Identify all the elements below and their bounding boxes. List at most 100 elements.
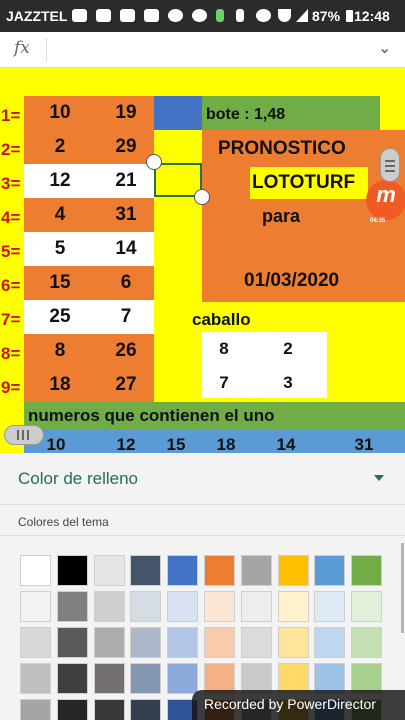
vertical-scroll-handle[interactable] xyxy=(380,148,400,182)
para-label: para xyxy=(262,206,301,226)
color-swatch[interactable] xyxy=(167,663,199,694)
whatsapp-icon xyxy=(168,9,183,22)
spreadsheet-grid[interactable]: 1= 2= 3= 4= 5= 6= 7= 8= 9= 10 19 2 29 12… xyxy=(0,68,405,453)
bote-label: bote : 1,48 xyxy=(206,106,286,123)
color-swatch[interactable] xyxy=(277,591,309,622)
panel-title: Color de relleno xyxy=(18,469,139,488)
color-swatch[interactable] xyxy=(167,555,199,586)
mail-icon xyxy=(144,9,159,22)
color-swatch[interactable] xyxy=(93,627,125,658)
color-swatch[interactable] xyxy=(56,591,88,622)
color-swatch[interactable] xyxy=(93,591,125,622)
caballo-label: caballo xyxy=(192,310,251,329)
table-cell[interactable]: 15 xyxy=(156,435,196,453)
logo-time: 04:35 xyxy=(370,218,386,224)
table-cell[interactable]: 15 xyxy=(28,266,92,300)
table-cell[interactable]: 7 xyxy=(94,300,158,334)
table-cell[interactable]: 18 xyxy=(206,435,246,453)
clock: 12:48 xyxy=(354,8,390,24)
color-swatch[interactable] xyxy=(204,555,235,586)
caballo-cell[interactable]: 2 xyxy=(268,334,308,364)
table-cell[interactable]: 19 xyxy=(94,96,158,130)
color-swatch[interactable] xyxy=(351,555,383,586)
color-swatch[interactable] xyxy=(240,555,272,586)
battery-icon xyxy=(346,10,353,22)
scrollbar[interactable] xyxy=(401,543,404,633)
selection-handle-bottom[interactable] xyxy=(194,189,210,205)
color-swatch[interactable] xyxy=(130,555,162,586)
divider xyxy=(0,535,405,536)
status-bar: JAZZTEL 87% 12:48 xyxy=(0,0,405,32)
color-swatch[interactable] xyxy=(20,699,51,720)
youtube-icon xyxy=(72,9,87,22)
table-cell[interactable]: 4 xyxy=(28,198,92,232)
color-swatch[interactable] xyxy=(167,627,199,658)
color-swatch[interactable] xyxy=(93,699,125,720)
color-swatch[interactable] xyxy=(240,591,272,622)
color-swatch[interactable] xyxy=(56,555,88,586)
table-cell[interactable]: 14 xyxy=(266,435,306,453)
color-swatch[interactable] xyxy=(56,699,88,720)
color-swatch[interactable] xyxy=(56,627,88,658)
color-swatch[interactable] xyxy=(93,663,125,694)
horizontal-scroll-handle[interactable] xyxy=(4,425,44,445)
table-cell[interactable]: 5 xyxy=(28,232,92,266)
lototurf-label: LOTOTURF xyxy=(252,172,356,193)
color-swatch[interactable] xyxy=(314,591,346,622)
color-swatch[interactable] xyxy=(277,627,309,658)
color-swatch[interactable] xyxy=(20,591,51,622)
gear-icon xyxy=(192,9,207,22)
table-cell[interactable]: 31 xyxy=(94,198,158,232)
color-swatch[interactable] xyxy=(20,555,51,586)
color-swatch[interactable] xyxy=(56,663,88,694)
chevron-down-icon[interactable] xyxy=(374,475,384,481)
color-swatch[interactable] xyxy=(314,627,346,658)
table-cell[interactable]: 12 xyxy=(106,435,146,453)
color-swatch[interactable] xyxy=(167,591,199,622)
color-swatch[interactable] xyxy=(130,591,162,622)
table-cell[interactable]: 12 xyxy=(28,164,92,198)
color-swatch[interactable] xyxy=(130,663,162,694)
fx-icon[interactable]: fx xyxy=(14,38,30,58)
table-cell[interactable]: 2 xyxy=(28,130,92,164)
color-swatch[interactable] xyxy=(277,555,309,586)
table-cell[interactable]: 10 xyxy=(28,96,92,130)
bluetooth-icon xyxy=(236,9,244,22)
recording-watermark: Recorded by PowerDirector xyxy=(192,690,405,720)
color-swatch[interactable] xyxy=(314,555,346,586)
table-cell[interactable]: 27 xyxy=(94,368,158,402)
table-cell[interactable]: 14 xyxy=(94,232,158,266)
color-swatch[interactable] xyxy=(130,627,162,658)
color-swatch[interactable] xyxy=(351,627,383,658)
signal-icon xyxy=(296,9,308,22)
battery-percent: 87% xyxy=(312,8,341,24)
color-swatch[interactable] xyxy=(240,627,272,658)
table-cell[interactable]: 18 xyxy=(28,368,92,402)
numeros-title: numeros que contienen el uno xyxy=(28,406,275,425)
chevron-down-icon[interactable]: ⌄ xyxy=(378,38,391,58)
table-cell[interactable]: 31 xyxy=(344,435,384,453)
color-swatch[interactable] xyxy=(20,663,51,694)
date-label: 01/03/2020 xyxy=(244,270,340,291)
alarm-icon xyxy=(256,9,271,22)
caballo-cell[interactable]: 7 xyxy=(204,368,244,398)
fill-color-panel: Color de relleno Colores del tema xyxy=(0,453,405,720)
blue-cell[interactable] xyxy=(154,96,202,130)
color-swatch[interactable] xyxy=(93,555,125,586)
fill-color-dropdown[interactable]: Color de relleno xyxy=(0,453,405,505)
table-cell[interactable]: 6 xyxy=(94,266,158,300)
table-cell[interactable]: 21 xyxy=(94,164,158,198)
formula-bar[interactable]: fx ⌄ xyxy=(0,32,405,68)
table-cell[interactable]: 26 xyxy=(94,334,158,368)
table-cell[interactable]: 25 xyxy=(28,300,92,334)
color-swatch[interactable] xyxy=(20,627,51,658)
selection-handle-top[interactable] xyxy=(146,154,162,170)
caballo-cell[interactable]: 8 xyxy=(204,334,244,364)
app-logo-icon[interactable]: m 04:35 xyxy=(366,180,405,224)
color-swatch[interactable] xyxy=(351,591,383,622)
color-swatch[interactable] xyxy=(204,627,235,658)
color-swatch[interactable] xyxy=(204,591,235,622)
table-cell[interactable]: 8 xyxy=(28,334,92,368)
color-swatch[interactable] xyxy=(130,699,162,720)
caballo-cell[interactable]: 3 xyxy=(268,368,308,398)
